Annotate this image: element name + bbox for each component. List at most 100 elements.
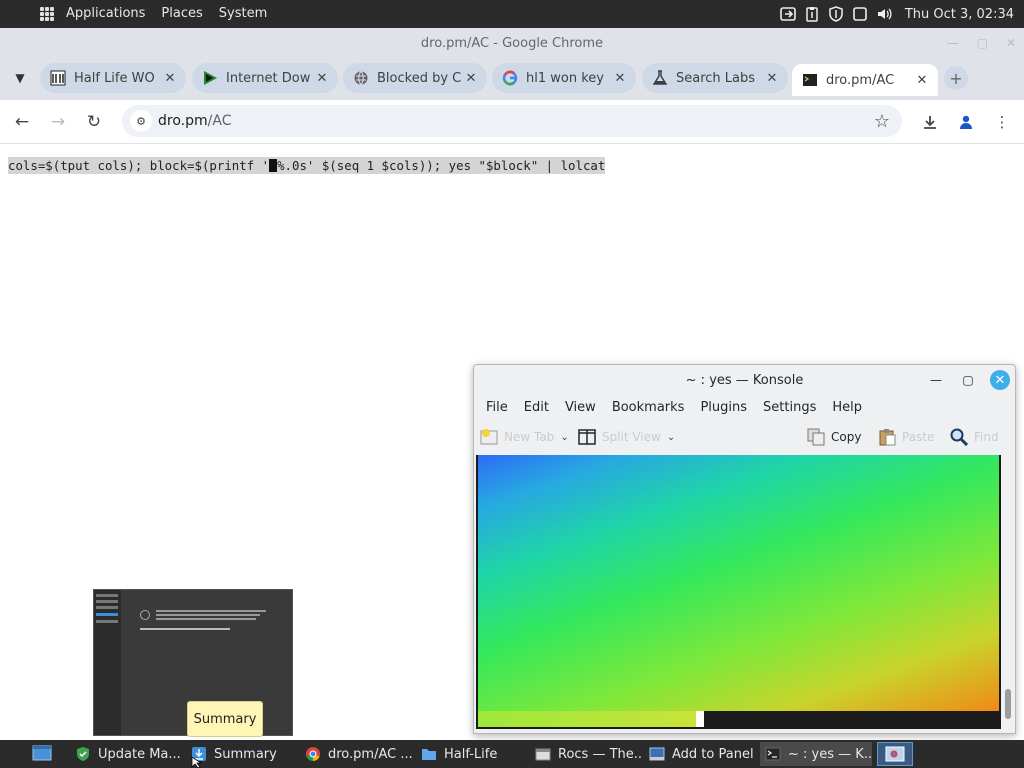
tab-hl1-won-key[interactable]: hl1 won key ✕	[492, 63, 636, 93]
close-icon[interactable]: ✕	[1006, 36, 1016, 50]
browser-toolbar: ← → ↻ ⚙ dro.pm/AC ☆ ⋮	[0, 100, 1024, 144]
new-tab-button[interactable]: New Tab ⌄	[480, 425, 569, 449]
new-tab-plus-icon[interactable]: +	[944, 66, 968, 90]
menu-view[interactable]: View	[557, 400, 604, 415]
tab-internet-download[interactable]: Internet Dow ✕	[192, 63, 338, 93]
preview-sidebar	[94, 590, 121, 735]
paste-button[interactable]: Paste	[878, 425, 934, 449]
window-icon	[534, 745, 552, 763]
tab-search-labs[interactable]: Search Labs ✕	[642, 63, 788, 93]
task-add-to-panel[interactable]: Add to Panel	[648, 742, 754, 766]
volume-icon[interactable]	[875, 5, 893, 23]
url-path: /AC	[207, 113, 232, 129]
site-info-icon[interactable]: ⚙	[130, 110, 152, 132]
konsole-titlebar[interactable]: ~ : yes — Konsole — ▢ ✕	[474, 365, 1015, 395]
task-label: Summary	[214, 746, 277, 762]
minimize-icon[interactable]: —	[947, 36, 959, 50]
wikipedia-icon	[50, 70, 66, 86]
paste-clipboard-icon	[878, 428, 896, 446]
tab-half-life[interactable]: Half Life WO ✕	[40, 63, 186, 93]
browser-window-title: dro.pm/AC - Google Chrome	[420, 35, 604, 51]
reload-icon[interactable]: ↻	[82, 110, 106, 134]
konsole-window-title: ~ : yes — Konsole	[685, 372, 804, 388]
menu-file[interactable]: File	[478, 400, 516, 415]
tab-dro-pm[interactable]: dro.pm/AC ✕	[792, 64, 938, 96]
command-text[interactable]: cols=$(tput cols); block=$(printf ' %.0s'…	[8, 157, 606, 174]
top-panel: Applications Places System Thu Oct 3, 02…	[0, 0, 1024, 28]
summary-tooltip: Summary	[187, 701, 263, 737]
close-icon[interactable]: ✕	[463, 71, 479, 86]
menu-places[interactable]: Places	[153, 0, 210, 28]
menu-settings[interactable]: Settings	[755, 400, 824, 415]
browser-titlebar[interactable]: dro.pm/AC - Google Chrome — ▢ ✕	[0, 28, 1024, 58]
close-icon[interactable]: ✕	[990, 370, 1010, 390]
tab-label: Blocked by C	[377, 70, 462, 86]
kebab-menu-icon[interactable]: ⋮	[990, 110, 1014, 134]
copy-button[interactable]: Copy	[807, 425, 861, 449]
forward-arrow-icon[interactable]: →	[46, 110, 70, 134]
close-icon[interactable]: ✕	[162, 71, 178, 86]
konsole-window: ~ : yes — Konsole — ▢ ✕ File Edit View B…	[473, 364, 1016, 734]
menu-edit[interactable]: Edit	[516, 400, 557, 415]
show-desktop-icon[interactable]	[30, 743, 54, 765]
tab-label: dro.pm/AC	[826, 72, 895, 88]
chevron-down-icon[interactable]: ⌄	[560, 432, 568, 443]
clock[interactable]: Thu Oct 3, 02:34	[905, 7, 1014, 22]
close-icon[interactable]: ✕	[764, 71, 780, 86]
konsole-toolbar: New Tab ⌄ Split View ⌄ Copy Paste Find	[474, 421, 1015, 453]
maximize-icon[interactable]: ▢	[958, 370, 978, 390]
text-cursor	[269, 159, 278, 172]
find-button[interactable]: Find	[950, 425, 999, 449]
bookmark-star-icon[interactable]: ☆	[874, 111, 890, 132]
split-view-label: Split View	[602, 430, 661, 444]
back-arrow-icon[interactable]: ←	[10, 110, 34, 134]
labs-flask-icon	[652, 70, 668, 86]
close-icon[interactable]: ✕	[612, 71, 628, 86]
tab-label: Half Life WO	[74, 70, 155, 86]
lolcat-rainbow-output	[478, 455, 999, 711]
terminal-scrollbar[interactable]	[1003, 455, 1013, 729]
menu-system[interactable]: System	[211, 0, 275, 28]
task-summary[interactable]: Summary	[190, 742, 294, 766]
mouse-pointer-icon	[191, 757, 203, 768]
terminal-cursor	[696, 711, 704, 727]
menu-plugins[interactable]: Plugins	[692, 400, 755, 415]
screen-share-icon[interactable]	[779, 5, 797, 23]
task-half-life-folder[interactable]: Half-Life	[420, 742, 526, 766]
minimize-icon[interactable]: —	[926, 370, 946, 390]
menu-help[interactable]: Help	[824, 400, 870, 415]
terminal-view[interactable]	[476, 455, 1001, 729]
task-label: ~ : yes — K...	[788, 746, 872, 762]
new-tab-icon	[480, 428, 498, 446]
clipboard-icon[interactable]	[803, 5, 821, 23]
system-tray: Thu Oct 3, 02:34	[779, 0, 1024, 28]
scrollbar-thumb[interactable]	[1005, 689, 1011, 719]
profile-avatar-icon[interactable]	[954, 110, 978, 134]
tab-label: Internet Dow	[226, 70, 311, 86]
task-label: Half-Life	[444, 746, 498, 762]
menu-bookmarks[interactable]: Bookmarks	[604, 400, 693, 415]
konsole-menubar: File Edit View Bookmarks Plugins Setting…	[474, 395, 1015, 419]
split-view-button[interactable]: Split View ⌄	[578, 425, 675, 449]
close-icon[interactable]: ✕	[914, 73, 930, 88]
task-update-manager[interactable]: Update Ma...	[74, 742, 182, 766]
split-view-icon	[578, 428, 596, 446]
address-bar[interactable]: ⚙ dro.pm/AC ☆	[122, 105, 902, 137]
play-triangle-icon	[202, 70, 218, 86]
tab-blocked[interactable]: Blocked by C ✕	[343, 63, 487, 93]
menu-applications[interactable]: Applications	[58, 0, 153, 28]
close-icon[interactable]: ✕	[314, 71, 330, 86]
workspace-switcher[interactable]	[877, 742, 913, 766]
task-rocs[interactable]: Rocs — The...	[534, 742, 642, 766]
window-status-icon[interactable]	[851, 5, 869, 23]
tab-search-chevron-down-icon[interactable]: ▼	[8, 66, 32, 90]
bottom-taskbar: Update Ma... Summary dro.pm/AC ... Half-…	[0, 740, 1024, 768]
download-icon[interactable]	[918, 110, 942, 134]
maximize-icon[interactable]: ▢	[977, 36, 988, 50]
task-konsole[interactable]: ~ : yes — K...	[760, 742, 872, 766]
chevron-down-icon[interactable]: ⌄	[667, 432, 675, 443]
apps-grid-icon[interactable]	[40, 7, 54, 21]
magnifier-search-icon	[950, 428, 968, 446]
task-chrome[interactable]: dro.pm/AC ...	[304, 742, 412, 766]
shield-icon[interactable]	[827, 5, 845, 23]
